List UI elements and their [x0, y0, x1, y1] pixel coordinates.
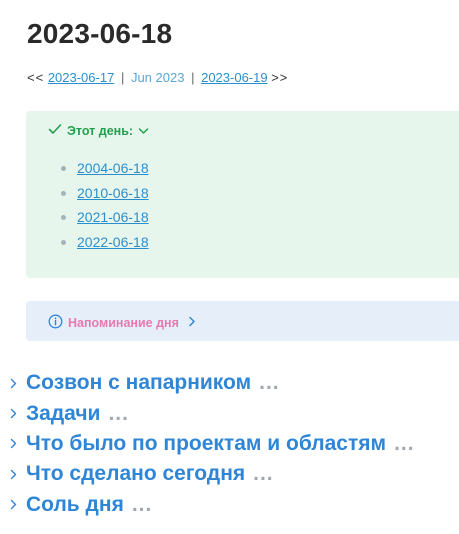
month-link[interactable]: Jun 2023 — [131, 70, 185, 85]
collapsed-ellipsis[interactable]: ... — [394, 432, 415, 456]
chevron-right-icon[interactable] — [10, 408, 26, 419]
chevron-down-icon[interactable] — [138, 124, 149, 138]
section-heading[interactable]: Созвон с напарником ... — [10, 368, 415, 398]
list-item: 2022-06-18 — [61, 232, 149, 257]
section-heading[interactable]: Соль дня ... — [10, 490, 415, 520]
collapsed-ellipsis[interactable]: ... — [253, 462, 274, 486]
this-day-callout: Этот день: 2004-06-18 2010-06-18 2021-06… — [26, 111, 459, 278]
this-day-list: 2004-06-18 2010-06-18 2021-06-18 2022-06… — [61, 158, 149, 257]
nav-separator: | — [191, 70, 195, 85]
day-link[interactable]: 2021-06-18 — [77, 209, 149, 225]
next-day-link[interactable]: 2023-06-19 — [201, 70, 268, 85]
collapsed-ellipsis[interactable]: ... — [259, 371, 280, 395]
collapsed-ellipsis[interactable]: ... — [108, 402, 129, 426]
chevron-right-icon[interactable] — [10, 378, 26, 389]
section-heading[interactable]: Задачи ... — [10, 398, 415, 428]
day-link[interactable]: 2010-06-18 — [77, 185, 149, 201]
next-arrows: >> — [271, 70, 289, 85]
section-heading-title: Задачи — [26, 401, 101, 425]
day-navigation: << 2023-06-17 | Jun 2023 | 2023-06-19 >> — [27, 70, 288, 85]
prev-day-link[interactable]: 2023-06-17 — [48, 70, 115, 85]
page-title: 2023-06-18 — [27, 18, 173, 49]
section-heading[interactable]: Что было по проектам и областям ... — [10, 429, 415, 459]
chevron-right-icon[interactable] — [188, 316, 196, 330]
reminder-callout-header[interactable]: Напоминание дня — [48, 314, 196, 332]
list-item: 2004-06-18 — [61, 158, 149, 183]
section-heading-title: Соль дня — [26, 492, 124, 516]
reminder-title: Напоминание дня — [68, 316, 179, 330]
list-item: 2021-06-18 — [61, 207, 149, 232]
reminder-callout: Напоминание дня — [26, 301, 459, 341]
section-heading-title: Что было по проектам и областям — [26, 431, 387, 455]
chevron-right-icon[interactable] — [10, 438, 26, 449]
info-icon — [48, 314, 63, 332]
section-heading-title: Что сделано сегодня — [26, 462, 246, 486]
collapsed-ellipsis[interactable]: ... — [132, 493, 153, 517]
this-day-title: Этот день: — [67, 123, 134, 138]
chevron-right-icon[interactable] — [10, 499, 26, 510]
this-day-callout-header[interactable]: Этот день: — [48, 123, 149, 138]
check-icon — [48, 123, 62, 138]
prev-arrows: << — [27, 70, 45, 85]
nav-separator: | — [120, 70, 125, 85]
section-heading-title: Созвон с напарником — [26, 371, 252, 395]
section-headings: Созвон с напарником ... Задачи ... Что б… — [10, 368, 415, 520]
day-link[interactable]: 2022-06-18 — [77, 234, 149, 250]
section-heading[interactable]: Что сделано сегодня ... — [10, 459, 415, 489]
list-item: 2010-06-18 — [61, 183, 149, 208]
day-link[interactable]: 2004-06-18 — [77, 160, 149, 176]
chevron-right-icon[interactable] — [10, 469, 26, 480]
